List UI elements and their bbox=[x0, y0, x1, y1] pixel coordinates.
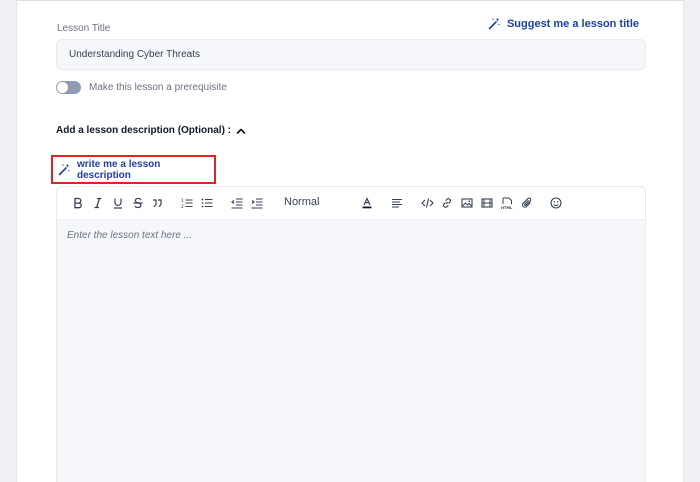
html-icon[interactable]: HTML bbox=[500, 196, 514, 210]
svg-text:2: 2 bbox=[181, 204, 184, 209]
text-color-icon[interactable] bbox=[360, 196, 374, 210]
write-description-button[interactable]: write me a lesson description bbox=[51, 155, 216, 184]
prerequisite-toggle[interactable] bbox=[56, 81, 81, 94]
video-icon[interactable] bbox=[480, 196, 494, 210]
block-format-select[interactable]: Normal bbox=[284, 196, 319, 208]
lesson-title-label: Lesson Title bbox=[57, 23, 111, 34]
code-icon[interactable] bbox=[420, 196, 434, 210]
outdent-icon[interactable] bbox=[230, 196, 244, 210]
emoji-icon[interactable] bbox=[549, 196, 563, 210]
lesson-form-card: Lesson Title Suggest me a lesson title U… bbox=[16, 0, 684, 482]
strikethrough-icon[interactable] bbox=[131, 196, 145, 210]
prerequisite-label: Make this lesson a prerequisite bbox=[89, 82, 227, 93]
underline-icon[interactable] bbox=[111, 196, 125, 210]
svg-text:HTML: HTML bbox=[501, 206, 513, 210]
image-icon[interactable] bbox=[460, 196, 474, 210]
align-icon[interactable] bbox=[390, 196, 404, 210]
attachment-icon[interactable] bbox=[520, 196, 534, 210]
rich-text-editor: 12 Normal HTML Enter the lesson text her… bbox=[56, 186, 646, 482]
svg-text:1: 1 bbox=[181, 198, 184, 204]
description-header-label: Add a lesson description (Optional) : bbox=[56, 125, 232, 136]
italic-icon[interactable] bbox=[91, 196, 105, 210]
write-description-label: write me a lesson description bbox=[77, 158, 161, 181]
suggest-title-label: Suggest me a lesson title bbox=[506, 17, 639, 30]
link-icon[interactable] bbox=[440, 196, 454, 210]
editor-toolbar: 12 Normal HTML bbox=[57, 187, 645, 220]
suggest-title-button[interactable]: Suggest me a lesson title bbox=[488, 17, 639, 30]
ordered-list-icon[interactable]: 12 bbox=[180, 196, 194, 210]
prerequisite-row: Make this lesson a prerequisite bbox=[56, 81, 227, 94]
bullet-list-icon[interactable] bbox=[200, 196, 214, 210]
editor-content-area[interactable]: Enter the lesson text here ... bbox=[57, 220, 645, 482]
editor-placeholder: Enter the lesson text here ... bbox=[67, 230, 193, 241]
description-toggle-header[interactable]: Add a lesson description (Optional) : bbox=[56, 125, 246, 136]
quote-icon[interactable] bbox=[150, 196, 164, 210]
bold-icon[interactable] bbox=[71, 196, 85, 210]
toggle-knob bbox=[57, 82, 68, 93]
magic-wand-icon bbox=[488, 17, 501, 30]
indent-icon[interactable] bbox=[250, 196, 264, 210]
magic-wand-icon bbox=[58, 163, 71, 176]
chevron-up-icon bbox=[236, 127, 246, 135]
lesson-title-input[interactable]: Understanding Cyber Threats bbox=[56, 39, 646, 70]
